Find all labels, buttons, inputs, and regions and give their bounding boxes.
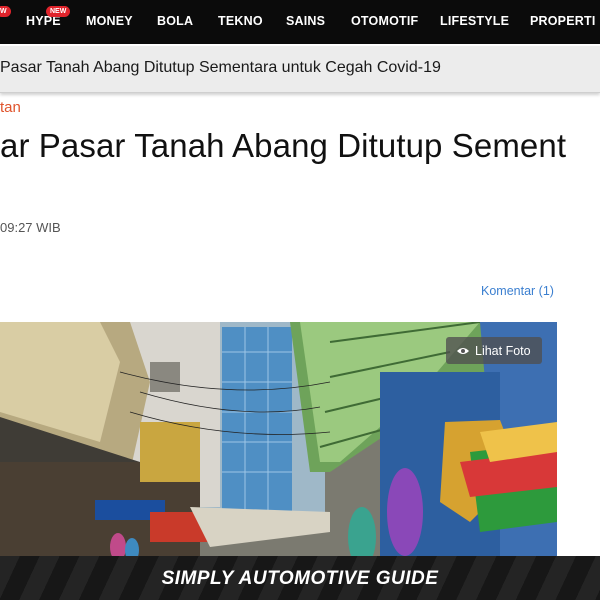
new-badge: NEW (46, 6, 71, 17)
article-timestamp: 09:27 WIB (0, 220, 61, 235)
ad-banner[interactable]: SIMPLY AUTOMOTIVE GUIDE (0, 556, 600, 600)
nav-item-lifestyle[interactable]: LIFESTYLE (440, 14, 509, 28)
view-photo-label: Lihat Foto (475, 343, 531, 358)
eye-icon (457, 347, 469, 354)
headline-ticker-bar[interactable]: Pasar Tanah Abang Ditutup Sementara untu… (0, 46, 600, 93)
nav-item-properti[interactable]: PROPERTI (530, 14, 596, 28)
ticker-headline[interactable]: Pasar Tanah Abang Ditutup Sementara untu… (0, 59, 441, 77)
article-category[interactable]: tan (0, 99, 21, 116)
top-navigation: W HYPE NEW MONEY BOLA TEKNO SAINS OTOMOT… (0, 0, 600, 44)
comments-link[interactable]: Komentar (1) (481, 284, 554, 298)
nav-item-sains[interactable]: SAINS (286, 14, 325, 28)
new-badge-left: W (0, 6, 11, 17)
article-headline: ar Pasar Tanah Abang Ditutup Sement (0, 127, 567, 164)
nav-item-bola[interactable]: BOLA (157, 14, 193, 28)
nav-item-money[interactable]: MONEY (86, 14, 133, 28)
nav-item-otomotif[interactable]: OTOMOTIF (351, 14, 418, 28)
view-photo-button[interactable]: Lihat Foto (446, 337, 542, 364)
ad-text: SIMPLY AUTOMOTIVE GUIDE (161, 568, 439, 589)
nav-item-tekno[interactable]: TEKNO (218, 14, 263, 28)
